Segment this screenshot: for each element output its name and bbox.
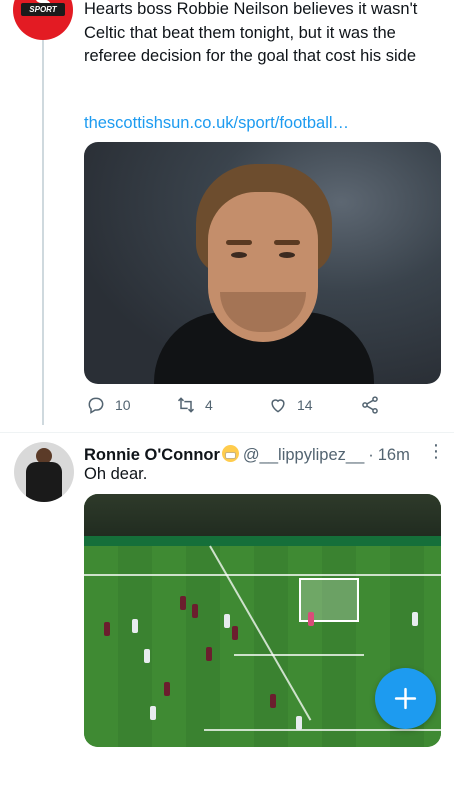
photo-advertising-boards [84,536,441,546]
tweet-header: Ronnie O'Connor @__lippylipez__ · 16m [84,443,424,465]
tweet-link[interactable]: thescottishsun.co.uk/sport/football… [84,114,349,133]
like-icon [271,399,285,413]
photo-player [270,694,276,708]
avatar-ronnie-oconnor[interactable] [14,442,74,502]
retweet-count: 4 [205,397,213,413]
photo-player [180,596,186,610]
photo-player [206,647,212,661]
photo-pitch-line [204,729,441,731]
photo-pitch-line [84,574,441,576]
photo-player [132,619,138,633]
tweet-divider [0,432,454,433]
display-name[interactable]: Ronnie O'Connor [84,446,220,465]
tweet-timestamp[interactable]: 16m [378,446,410,465]
photo-player [144,649,150,663]
separator-dot: · [368,446,374,464]
photo-brow-left [226,240,252,245]
photo-player [150,706,156,720]
share-button[interactable] [360,395,380,415]
photo-player [232,626,238,640]
user-handle[interactable]: @__lippylipez__ [243,446,364,465]
tweet-media-image[interactable] [84,142,441,384]
photo-brow-right [274,240,300,245]
photo-player [412,612,418,626]
avatar-shirt [26,462,62,502]
sport-tag: SPORT [21,3,65,16]
photo-eye-left [231,252,247,258]
compose-plus-icon [394,687,417,710]
like-count: 14 [297,397,313,413]
tweet-actions: 10 4 14 [0,395,454,419]
tweet-text: Hearts boss Robbie Neilson believes it w… [84,0,418,65]
photo-pitch-line [209,545,312,721]
avatar-scottish-sun-sport[interactable]: S SPORT [13,0,73,40]
reply-count: 10 [115,397,131,413]
tweet-text: Oh dear. [84,465,148,483]
share-icon [362,396,378,414]
photo-stadium-stand [84,494,441,542]
retweet-button[interactable]: 4 [176,395,213,415]
photo-player [308,612,314,626]
retweet-icon [177,397,195,413]
grimacing-emoji-icon [221,445,239,462]
photo-player [224,614,230,628]
photo-pitch-line [234,654,364,656]
photo-player [296,716,302,730]
more-icon[interactable]: ⋮ [427,440,445,462]
photo-player [104,622,110,636]
photo-player [192,604,198,618]
reply-button[interactable]: 10 [86,395,131,415]
reply-icon [88,397,104,414]
compose-tweet-button[interactable] [375,668,436,729]
photo-eye-right [279,252,295,258]
photo-player [164,682,170,696]
thread-connector-line [42,40,44,425]
like-button[interactable]: 14 [268,395,313,415]
